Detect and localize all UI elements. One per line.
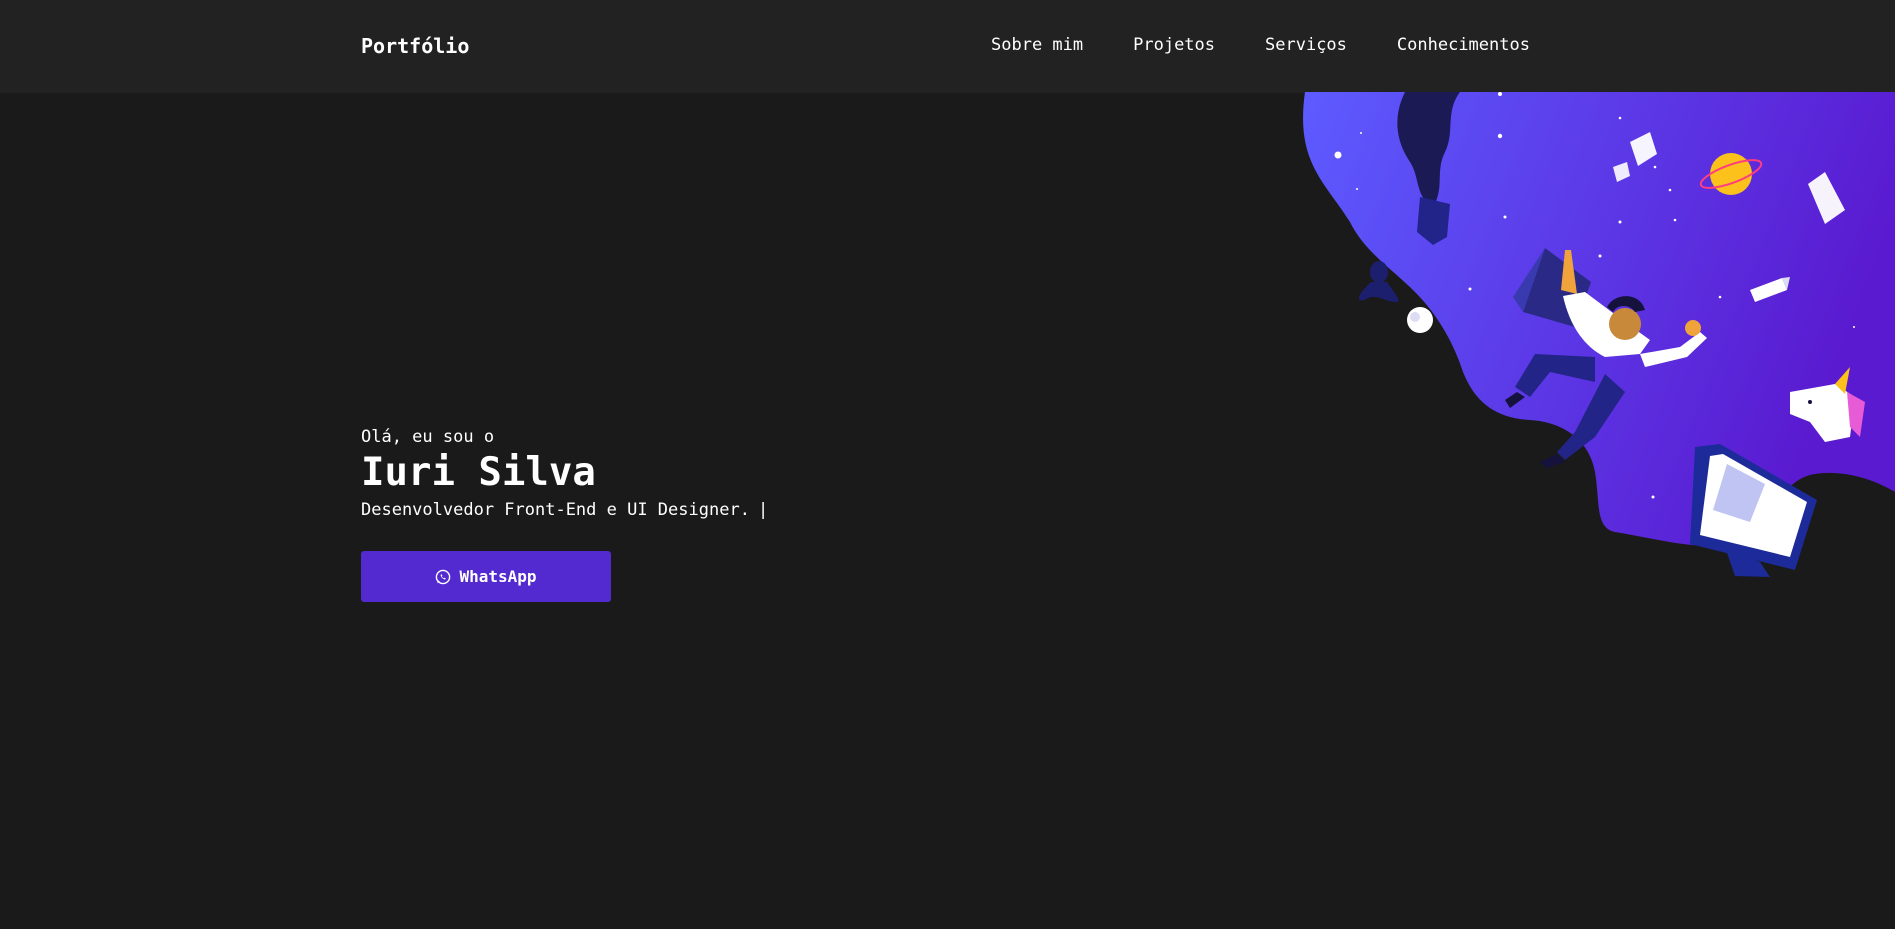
- hero-tagline: Desenvolvedor Front-End e UI Designer.: [361, 500, 750, 520]
- mug-icon: [1407, 307, 1433, 333]
- nav-link-servicos[interactable]: Serviços: [1265, 34, 1347, 56]
- whatsapp-icon: [436, 569, 451, 584]
- navbar: Portfólio Sobre mim Projetos Serviços Co…: [0, 0, 1895, 93]
- nav-link-projetos[interactable]: Projetos: [1133, 34, 1215, 56]
- nav-link-sobre-mim[interactable]: Sobre mim: [991, 34, 1083, 56]
- hero-tagline-row: Desenvolvedor Front-End e UI Designer. |: [361, 499, 768, 521]
- hero-text: Olá, eu sou o Iuri Silva Desenvolvedor F…: [361, 426, 768, 521]
- typing-cursor: |: [757, 500, 769, 520]
- nav-links: Sobre mim Projetos Serviços Conhecimento…: [991, 34, 1530, 56]
- nav-link-conhecimentos[interactable]: Conhecimentos: [1397, 34, 1530, 56]
- whatsapp-button[interactable]: WhatsApp: [361, 551, 611, 602]
- whatsapp-button-label: WhatsApp: [459, 567, 537, 586]
- hero-greeting: Olá, eu sou o: [361, 427, 495, 447]
- hero-name: Iuri Silva: [361, 450, 596, 495]
- brand-logo[interactable]: Portfólio: [361, 33, 469, 59]
- hero-illustration: [1303, 92, 1895, 577]
